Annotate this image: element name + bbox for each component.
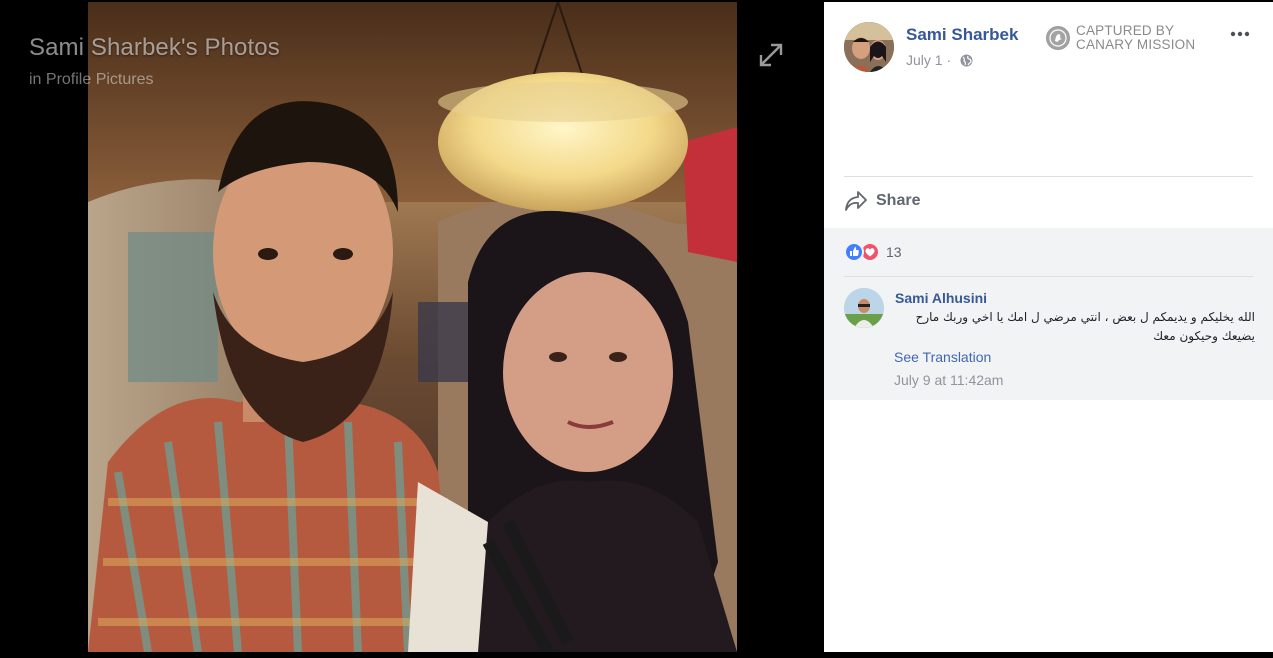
post-date[interactable]: July 1 ·	[906, 52, 951, 68]
viewer-title: Sami Sharbek's Photos	[29, 34, 280, 61]
comment-text: الله يخليكم و يديمكم ل بعض ، انتي مرضي ل…	[915, 310, 1255, 343]
commenter-avatar[interactable]	[844, 288, 884, 328]
reactions-summary[interactable]: 13	[844, 242, 902, 262]
photo-viewer: Sami Sharbek's Photos in Profile Picture…	[0, 0, 824, 658]
like-reaction-icon	[844, 242, 864, 262]
author-avatar[interactable]	[844, 22, 894, 72]
divider	[844, 276, 1253, 277]
viewer-album-link[interactable]: in Profile Pictures	[29, 71, 154, 89]
divider	[844, 176, 1253, 177]
share-button[interactable]: Share	[844, 190, 920, 212]
share-arrow-icon	[845, 191, 867, 211]
post-header: Sami Sharbek July 1 · CAPTURED BY CANARY…	[824, 2, 1273, 102]
share-label: Share	[876, 192, 921, 209]
post-panel: Sami Sharbek July 1 · CAPTURED BY CANARY…	[824, 2, 1273, 652]
commenter-name[interactable]: Sami Alhusini	[895, 290, 987, 306]
feedback-section: 13 Sami Alhusini الله يخليكم و يديمكم ل …	[824, 228, 1273, 400]
more-options-icon[interactable]	[1229, 26, 1251, 42]
globe-icon	[960, 54, 973, 67]
reaction-count: 13	[886, 244, 902, 260]
expand-icon[interactable]	[757, 41, 785, 69]
photo[interactable]	[88, 2, 737, 652]
captured-badge: CAPTURED BY CANARY MISSION	[1046, 24, 1195, 52]
badge-line-1: CAPTURED BY	[1076, 23, 1175, 38]
see-translation-link[interactable]: See Translation	[894, 349, 991, 365]
comment-timestamp[interactable]: July 9 at 11:42am	[894, 372, 1003, 388]
badge-line-2: CANARY MISSION	[1076, 37, 1196, 52]
author-name[interactable]: Sami Sharbek	[906, 25, 1018, 45]
canary-logo-icon	[1046, 26, 1070, 50]
photo-image	[88, 2, 737, 652]
